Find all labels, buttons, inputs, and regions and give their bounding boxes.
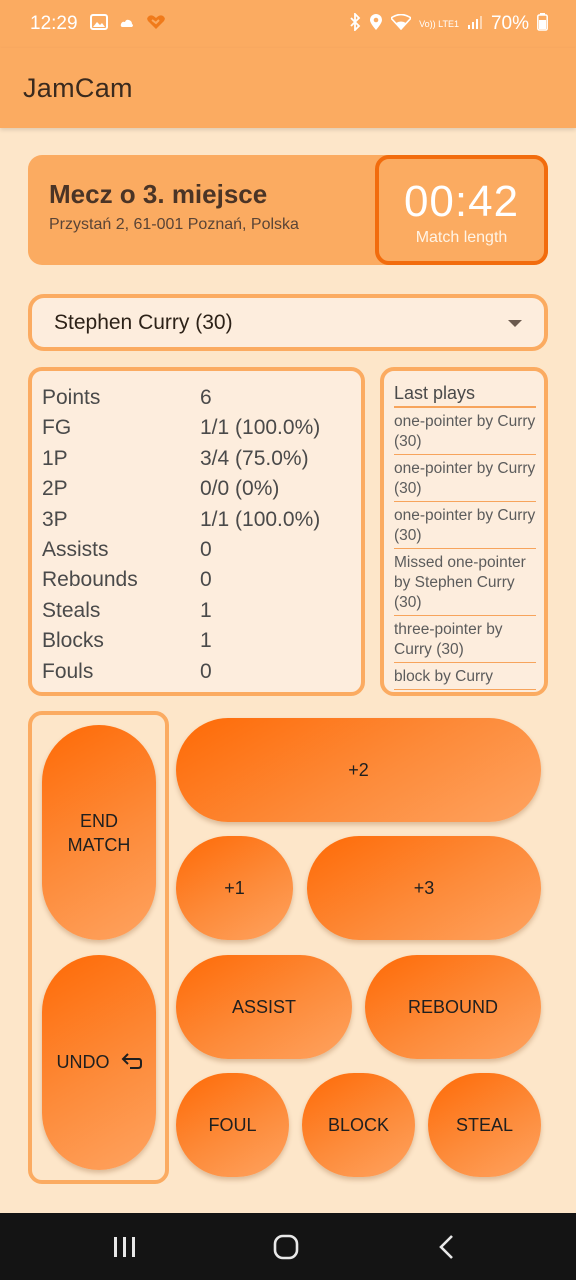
stat-row-points: Points 6 — [32, 384, 361, 414]
plus-two-label: +2 — [348, 759, 369, 780]
foul-button[interactable]: FOUL — [176, 1073, 289, 1177]
undo-label: UNDO — [56, 1052, 110, 1072]
network-label: Vo)) LTE1 — [419, 18, 459, 29]
bluetooth-icon — [349, 11, 361, 35]
battery-icon — [537, 13, 548, 35]
undo-button[interactable]: UNDO — [42, 955, 156, 1170]
stat-row-fouls: Fouls 0 — [32, 658, 361, 688]
battery-percent: 70% — [490, 13, 529, 34]
recent-apps-icon[interactable] — [112, 1235, 138, 1264]
stat-row-2p: 2P 0/0 (0%) — [32, 475, 361, 505]
steal-button[interactable]: STEAL — [428, 1073, 541, 1177]
assist-label: ASSIST — [231, 996, 297, 1017]
stat-value: 0 — [200, 568, 212, 592]
play-item: three-pointer by Curry (30) — [394, 616, 536, 663]
location-icon — [369, 13, 383, 35]
stat-row-1p: 1P 3/4 (75.0%) — [32, 445, 361, 475]
stat-label: Steals — [42, 598, 101, 622]
plus-two-button[interactable]: +2 — [176, 718, 541, 822]
stat-label: 1P — [42, 446, 68, 470]
stat-label: FG — [42, 416, 72, 440]
wifi-icon — [389, 13, 413, 34]
app-bar: JamCam — [0, 48, 576, 128]
player-select[interactable]: Stephen Curry (30) — [28, 294, 548, 351]
back-icon[interactable] — [437, 1234, 457, 1265]
stat-row-assists: Assists 0 — [32, 536, 361, 566]
stat-value: 1 — [200, 629, 212, 653]
stat-value: 0/0 (0%) — [200, 477, 280, 501]
match-time: 00:42 — [403, 177, 520, 226]
dropdown-caret-icon — [508, 320, 522, 327]
assist-button[interactable]: ASSIST — [176, 955, 352, 1059]
stat-row-blocks: Blocks 1 — [32, 627, 361, 657]
stat-value: 6 — [200, 386, 212, 409]
status-time: 12:29 — [30, 13, 78, 34]
foul-label: FOUL — [208, 1114, 257, 1135]
stat-value: 1/1 (100.0%) — [200, 416, 321, 440]
plus-one-label: +1 — [224, 877, 245, 898]
stat-row-fg: FG 1/1 (100.0%) — [32, 414, 361, 444]
plus-three-label: +3 — [413, 877, 435, 898]
stat-row-3p: 3P 1/1 (100.0%) — [32, 506, 361, 536]
app-title: JamCam — [23, 72, 133, 103]
stat-label: Points — [42, 386, 101, 409]
stat-value: 1/1 (100.0%) — [200, 507, 321, 531]
block-button[interactable]: BLOCK — [302, 1073, 415, 1177]
stat-label: Assists — [42, 537, 109, 561]
stat-row-rebounds: Rebounds 0 — [32, 566, 361, 596]
steal-label: STEAL — [455, 1114, 514, 1135]
stat-label: Blocks — [42, 629, 104, 653]
play-item: block by Curry — [394, 663, 536, 690]
rebound-button[interactable]: REBOUND — [365, 955, 541, 1059]
last-plays-title: Last plays — [394, 383, 536, 408]
system-nav-bar — [0, 1213, 576, 1280]
block-label: BLOCK — [327, 1114, 390, 1135]
end-match-label: END MATCH — [67, 810, 131, 855]
play-item: Missed one-pointer by Stephen Curry (30) — [394, 549, 536, 616]
signal-icon — [467, 14, 483, 34]
rebound-label: REBOUND — [407, 996, 498, 1017]
stats-panel: Points 6 FG 1/1 (100.0%) 1P 3/4 (75.0%) 2P 0… — [28, 367, 365, 696]
heart-icon — [146, 14, 166, 34]
stat-label: Fouls — [42, 659, 94, 683]
match-timer: 00:42 Match length — [375, 155, 548, 265]
stat-value: 0 — [200, 537, 212, 561]
stat-label: Rebounds — [42, 568, 138, 592]
match-time-label: Match length — [415, 229, 508, 246]
play-item: one-pointer by Curry (30) — [394, 408, 536, 455]
home-icon[interactable] — [272, 1233, 300, 1266]
stat-value: 3/4 (75.0%) — [200, 446, 309, 470]
play-item: one-pointer by Curry (30) — [394, 502, 536, 549]
plus-three-button[interactable]: +3 — [307, 836, 541, 940]
undo-arrow-icon — [120, 1051, 142, 1075]
end-match-button[interactable]: END MATCH — [42, 725, 156, 940]
plus-one-button[interactable]: +1 — [176, 836, 293, 940]
play-item: one-pointer by Curry (30) — [394, 455, 536, 502]
match-name: Mecz o 3. miejsce — [49, 179, 268, 209]
player-select-value: Stephen Curry (30) — [54, 310, 233, 334]
last-plays-panel[interactable]: Last plays one-pointer by Curry (30) one… — [380, 367, 548, 696]
stat-value: 1 — [200, 598, 212, 622]
stat-label: 2P — [42, 477, 68, 501]
stat-label: 3P — [42, 507, 68, 531]
status-bar: 12:29 Vo)) LTE1 70% — [0, 0, 576, 48]
stat-row-steals: Steals 1 — [32, 597, 361, 627]
stat-value: 0 — [200, 659, 212, 683]
image-icon — [89, 14, 108, 34]
cloud-icon — [120, 16, 134, 32]
